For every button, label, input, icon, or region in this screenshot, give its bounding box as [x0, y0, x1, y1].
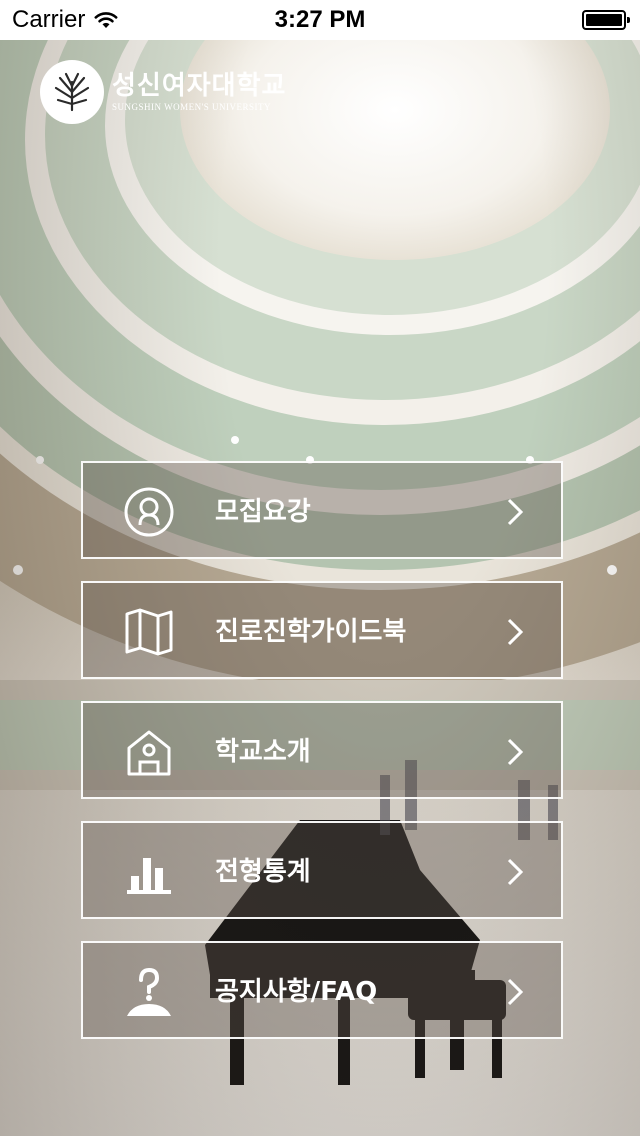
logo-wordmark: 성신여자대학교 SUNGSHIN WOMEN'S UNIVERSITY	[112, 71, 286, 113]
logo-name-korean: 성신여자대학교	[112, 71, 287, 101]
university-logo: 성신여자대학교 SUNGSHIN WOMEN'S UNIVERSITY	[40, 60, 286, 124]
bar-chart-icon	[127, 858, 171, 894]
app-screen: Carrier 3:27 PM 성신여자대학교 SUNGSHIN WOMEN'S…	[0, 0, 640, 1136]
person-circle-icon	[124, 487, 174, 537]
chevron-right-icon	[507, 858, 524, 886]
menu-item-label: 공지사항/FAQ	[215, 977, 378, 1007]
house-person-icon	[127, 730, 171, 776]
menu-item-admission-guide[interactable]: 모집요강	[81, 461, 563, 559]
battery-icon	[582, 10, 630, 30]
menu-item-label: 진로진학가이드북	[215, 617, 407, 647]
clock-label: 3:27 PM	[274, 6, 366, 33]
menu-item-career-guidebook[interactable]: 진로진학가이드북	[81, 581, 563, 679]
chevron-right-icon	[507, 498, 524, 526]
question-person-icon	[127, 967, 171, 1016]
menu-item-label: 모집요강	[215, 497, 311, 527]
chevron-right-icon	[507, 978, 524, 1006]
menu-item-admission-statistics[interactable]: 전형통계	[81, 821, 563, 919]
chevron-right-icon	[507, 618, 524, 646]
menu-item-label: 전형통계	[215, 857, 311, 887]
map-icon	[125, 608, 173, 656]
chevron-right-icon	[507, 738, 524, 766]
main-menu: 모집요강 진로진학가이드북 학교소개 전형통계 공지사항/FAQ	[81, 461, 563, 1061]
logo-emblem-icon	[40, 60, 104, 124]
logo-name-english: SUNGSHIN WOMEN'S UNIVERSITY	[112, 102, 271, 112]
status-bar: Carrier 3:27 PM	[0, 0, 640, 40]
menu-item-school-intro[interactable]: 학교소개	[81, 701, 563, 799]
menu-item-notice-faq[interactable]: 공지사항/FAQ	[81, 941, 563, 1039]
menu-item-label: 학교소개	[215, 737, 311, 767]
